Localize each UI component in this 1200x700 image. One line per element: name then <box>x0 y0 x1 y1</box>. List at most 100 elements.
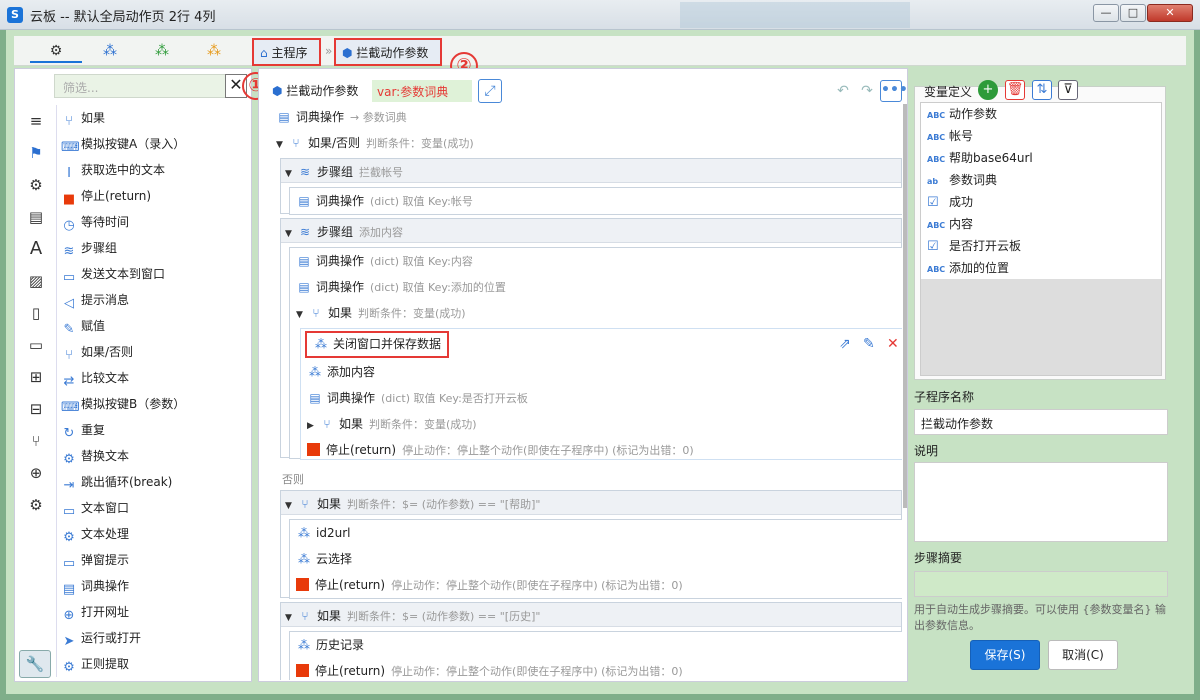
action-item[interactable]: ▤ 词典操作 <box>61 574 129 598</box>
tree-row-group[interactable]: ▼ ≋ 步骤组 拦截帐号 <box>285 160 403 184</box>
action-item[interactable]: ⑂ 如果 <box>61 106 105 130</box>
tree-row-if[interactable]: ▼ ⑂ 如果 判断条件：$= (动作参数) == "[帮助]" <box>285 492 540 516</box>
tree-row-ifelse[interactable]: ▼ ⑂ 如果/否则 判断条件：变量(成功) <box>276 131 474 155</box>
globe-icon[interactable]: ⊕ <box>24 461 48 485</box>
collapse-icon[interactable]: ▼ <box>285 222 297 246</box>
gear-icon[interactable]: ⚙ <box>24 173 48 197</box>
expand-icon[interactable]: ▶ <box>307 414 319 438</box>
font-icon[interactable]: A <box>24 237 48 261</box>
variable-item[interactable]: ABC 帮助base64url <box>921 147 1161 169</box>
action-item[interactable]: ➤ 运行或打开 <box>61 626 141 650</box>
summary-input[interactable] <box>914 571 1168 597</box>
tree-row-close-save[interactable]: ⁂ 关闭窗口并保存数据 <box>305 331 450 358</box>
collapse-icon[interactable]: ▼ <box>285 494 297 518</box>
clipboard-icon[interactable]: ▯ <box>24 301 48 325</box>
tree-row-history[interactable]: ⁂ 历史记录 <box>296 633 364 657</box>
edit-step-button[interactable]: ✎ <box>863 332 875 356</box>
menu-icon[interactable]: ≡ <box>24 109 48 133</box>
collapse-icon[interactable]: ▼ <box>285 606 297 630</box>
action-item[interactable]: I 获取选中的文本 <box>61 158 165 182</box>
settings-wrench-button[interactable]: 🔧 <box>19 650 51 678</box>
open-step-button[interactable]: ⇗ <box>839 332 851 356</box>
maximize-button[interactable]: □ <box>1120 4 1146 22</box>
action-item[interactable]: ⚙ 替换文本 <box>61 444 129 468</box>
variable-item[interactable]: ☑ 成功 <box>921 191 1161 213</box>
redo-button[interactable]: ↷ <box>856 80 878 102</box>
action-item[interactable]: ⇥ 跳出循环(break) <box>61 470 173 494</box>
variable-item[interactable]: ☑ 是否打开云板 <box>921 235 1161 257</box>
tree-row-if[interactable]: ▶ ⑂ 如果 判断条件：变量(成功) <box>307 412 477 436</box>
sub-name-input[interactable]: 拦截动作参数 <box>914 409 1168 435</box>
action-item[interactable]: ⑂ 如果/否则 <box>61 340 133 364</box>
action-item[interactable]: ⚙ 文本处理 <box>61 522 129 546</box>
tree-row-stop[interactable]: 停止(return) 停止动作：停止整个动作(即使在子程序中) (标记为出错：0) <box>296 573 683 597</box>
action-item[interactable]: ✎ 赋值 <box>61 314 105 338</box>
delete-variable-button[interactable]: 🗑 <box>1005 80 1025 100</box>
tree-row-if[interactable]: ▼ ⑂ 如果 判断条件：$= (动作参数) == "[历史]" <box>285 604 540 628</box>
tab-gears[interactable]: ⚙ <box>30 41 82 63</box>
cancel-button[interactable]: 取消(C) <box>1048 640 1118 670</box>
collapse-icon[interactable]: ▼ <box>296 303 308 327</box>
tree-row-dict[interactable]: ▤ 词典操作 (dict) 取值 Key:帐号 <box>296 189 473 213</box>
close-window-button[interactable]: ✕ <box>1147 4 1193 22</box>
action-item[interactable]: ▭ 发送文本到窗口 <box>61 262 165 286</box>
tab-orange-cubes[interactable]: ⁂ <box>188 41 240 63</box>
tree-row-group[interactable]: ▼ ≋ 步骤组 添加内容 <box>285 220 403 244</box>
tree-row-dict[interactable]: ▤ 词典操作 (dict) 取值 Key:添加的位置 <box>296 275 506 299</box>
tree-row-cloud-select[interactable]: ⁂ 云选择 <box>296 547 352 571</box>
grid-icon[interactable]: ⊟ <box>24 397 48 421</box>
editor-scrollbar[interactable] <box>903 104 907 508</box>
branch-icon[interactable]: ⑂ <box>24 429 48 453</box>
more-button[interactable]: ••• <box>880 80 908 102</box>
filter-variables-button[interactable]: ⊽ <box>1058 80 1078 100</box>
tree-row-id2url[interactable]: ⁂ id2url <box>296 521 350 545</box>
action-item[interactable]: ▭ 弹窗提示 <box>61 548 129 572</box>
tree-row-add-content[interactable]: ⁂ 添加内容 <box>307 360 375 384</box>
variable-item[interactable]: ab 参数词典 <box>921 169 1161 191</box>
minimize-button[interactable]: — <box>1093 4 1119 22</box>
variable-item[interactable]: ABC 帐号 <box>921 125 1161 147</box>
image-icon[interactable]: ▨ <box>24 269 48 293</box>
variable-item[interactable]: ABC 添加的位置 <box>921 257 1161 279</box>
sort-variables-button[interactable]: ⇅ <box>1032 80 1052 100</box>
action-item-label: 步骤组 <box>81 241 118 255</box>
expand-button[interactable]: ⤢ <box>478 79 502 103</box>
action-item[interactable]: ⊕ 打开网址 <box>61 600 129 624</box>
add-variable-button[interactable]: + <box>978 80 998 100</box>
gears-icon[interactable]: ⚙ <box>24 493 48 517</box>
bookmark-icon[interactable]: ⚑ <box>24 141 48 165</box>
action-item[interactable]: ↻ 重复 <box>61 418 105 442</box>
filter-input[interactable]: 筛选... <box>54 74 230 98</box>
delete-step-button[interactable]: ✕ <box>887 332 899 356</box>
action-item[interactable]: ⚙ 正则提取 <box>61 652 129 676</box>
action-item[interactable]: ≋ 步骤组 <box>61 236 117 260</box>
document-icon[interactable]: ▭ <box>24 333 48 357</box>
variable-item[interactable]: ABC 动作参数 <box>921 103 1161 125</box>
action-item[interactable]: ■ 停止(return) <box>61 184 151 208</box>
breadcrumb-home[interactable]: ⌂ 主程序 <box>252 38 321 66</box>
collapse-icon[interactable]: ▼ <box>276 133 288 157</box>
action-item[interactable]: ⌨模拟按键B（参数） <box>61 392 185 416</box>
action-item[interactable]: ▭ 文本窗口 <box>61 496 129 520</box>
action-item[interactable]: ⇄ 比较文本 <box>61 366 129 390</box>
variable-item[interactable]: ABC 内容 <box>921 213 1161 235</box>
tree-row-stop[interactable]: 停止(return) 停止动作：停止整个动作(即使在子程序中) (标记为出错：0) <box>307 438 694 462</box>
save-button[interactable]: 保存(S) <box>970 640 1040 670</box>
window-icon[interactable]: ▤ <box>24 205 48 229</box>
tree-row-dict[interactable]: ▤ 词典操作 (dict) 取值 Key:内容 <box>296 249 473 273</box>
action-item[interactable]: ⌨模拟按键A（录入） <box>61 132 185 156</box>
tree-row-dict[interactable]: ▤ 词典操作 (dict) 取值 Key:是否打开云板 <box>307 386 528 410</box>
undo-button[interactable]: ↶ <box>832 80 854 102</box>
tree-row-if[interactable]: ▼ ⑂ 如果 判断条件：变量(成功) <box>296 301 466 325</box>
action-item[interactable]: ◷ 等待时间 <box>61 210 129 234</box>
breadcrumb-current[interactable]: ⬢ 拦截动作参数 <box>334 38 442 66</box>
tree-row-stop[interactable]: 停止(return) 停止动作：停止整个动作(即使在子程序中) (标记为出错：0) <box>296 659 683 680</box>
windows-icon[interactable]: ⊞ <box>24 365 48 389</box>
action-item[interactable]: ◁ 提示消息 <box>61 288 129 312</box>
tab-blue-cubes[interactable]: ⁂ <box>84 41 136 63</box>
var-name-field[interactable]: var:参数词典 <box>372 80 472 102</box>
tab-green-cubes[interactable]: ⁂ <box>136 41 188 63</box>
desc-textarea[interactable] <box>914 462 1168 542</box>
collapse-icon[interactable]: ▼ <box>285 162 297 186</box>
tree-row-dict[interactable]: ▤ 词典操作 → 参数词典 <box>276 105 406 129</box>
